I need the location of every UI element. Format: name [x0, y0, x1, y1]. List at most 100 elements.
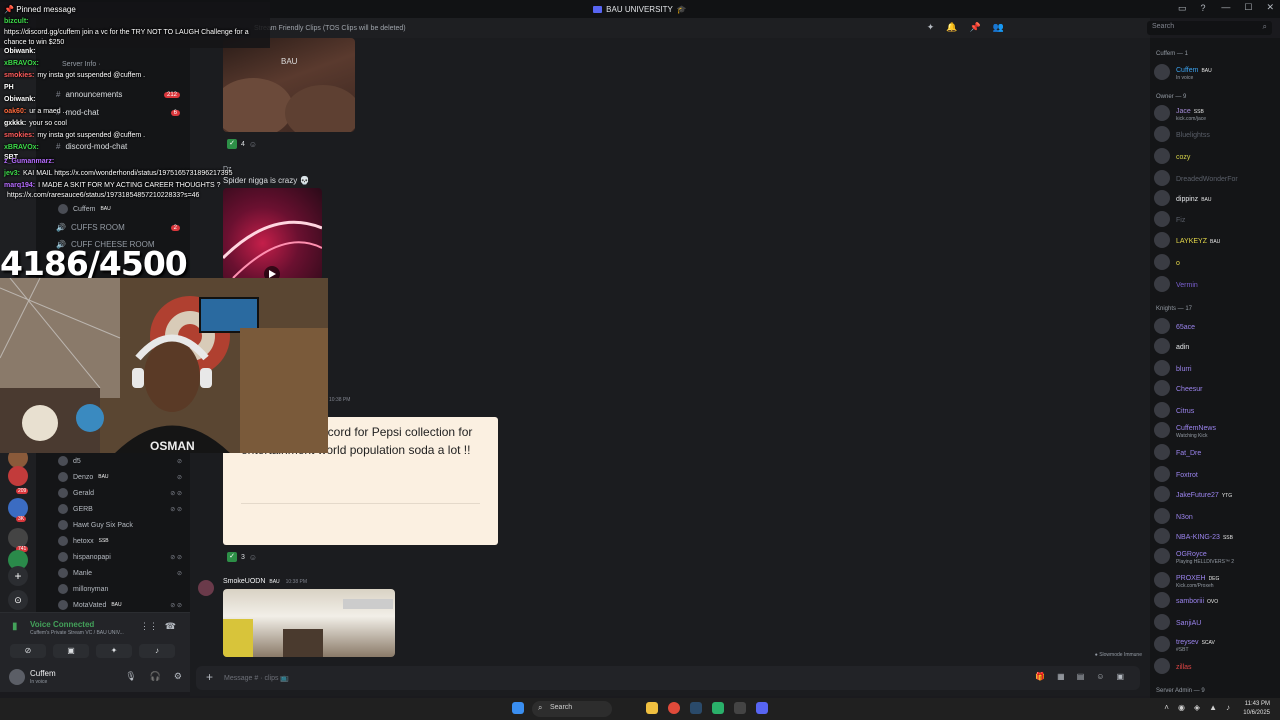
member-row[interactable]: dippinz BAU: [1154, 188, 1278, 208]
member-row[interactable]: cozy: [1154, 146, 1278, 166]
voice-user[interactable]: millonyman: [58, 582, 182, 596]
activities-button[interactable]: ✦: [96, 644, 132, 658]
soundboard-button[interactable]: ♪: [139, 644, 175, 658]
member-row[interactable]: LAYKEYZ BAU: [1154, 230, 1278, 250]
screen-share-button[interactable]: ▣: [53, 644, 89, 658]
overlay-chat-text: my insta got suspended @cuffem .: [37, 72, 146, 79]
app-icon[interactable]: [712, 702, 724, 714]
attach-plus-icon[interactable]: +: [206, 670, 213, 684]
member-row[interactable]: o: [1154, 252, 1278, 272]
member-row[interactable]: adin: [1154, 336, 1278, 356]
member-row[interactable]: N3on: [1154, 506, 1278, 526]
username[interactable]: Cuffem: [30, 669, 56, 678]
wifi-icon[interactable]: ▲: [1209, 703, 1217, 712]
discord-icon[interactable]: [756, 702, 768, 714]
member-row[interactable]: Vermin: [1154, 274, 1278, 294]
emoji-icon[interactable]: ☺: [1096, 672, 1104, 681]
noise-suppression-icon[interactable]: ⋮⋮: [140, 621, 158, 632]
tray-app-icon[interactable]: ◈: [1194, 703, 1200, 712]
server-icon[interactable]: [8, 466, 28, 486]
voice-connected-channel[interactable]: Cuffem's Private Stream VC / BAU UNIV...: [30, 630, 124, 636]
add-reaction-icon[interactable]: ☺: [249, 553, 257, 562]
server-icon[interactable]: [8, 498, 28, 518]
server-icon[interactable]: [8, 528, 28, 548]
taskbar-search[interactable]: ⌕ Search: [532, 701, 612, 717]
steam-icon[interactable]: [690, 702, 702, 714]
inbox-icon[interactable]: ▭: [1178, 3, 1187, 14]
voice-user[interactable]: MotaVated BAU ⊘ ⊘: [58, 598, 182, 612]
overlay-chat-line: https://x.com/raresauce6/status/19731854…: [4, 192, 199, 199]
member-row[interactable]: Cheesur: [1154, 378, 1278, 398]
voice-user[interactable]: hispanopapi ⊘ ⊘: [58, 550, 182, 564]
discover-icon[interactable]: ⊙: [8, 590, 28, 610]
tray-app-icon[interactable]: ◉: [1178, 703, 1185, 712]
settings-gear-icon[interactable]: ⚙: [174, 671, 182, 682]
help-icon[interactable]: ?: [1201, 3, 1206, 14]
channel-topic[interactable]: Stream Friendly Clips (TOS Clips will be…: [254, 25, 406, 32]
close-window-button[interactable]: ✕: [1266, 2, 1274, 13]
member-row[interactable]: 65ace: [1154, 316, 1278, 336]
search-input[interactable]: Search ⌕: [1147, 21, 1272, 35]
member-row[interactable]: treysev SCAV #SBT: [1154, 634, 1278, 654]
member-name: NBA-KING-23: [1176, 534, 1220, 541]
chevron-up-icon[interactable]: ˄: [1164, 703, 1169, 712]
voice-user[interactable]: hetoxx SSB: [58, 534, 182, 548]
svg-text:OSMAN: OSMAN: [150, 439, 195, 453]
member-row[interactable]: OGRoyce Playing HELLDIVERS™ 2: [1154, 546, 1278, 566]
gif-icon[interactable]: ▦: [1057, 672, 1065, 681]
message-avatar[interactable]: [198, 580, 214, 596]
headphones-icon[interactable]: 🎧: [150, 671, 161, 682]
member-row[interactable]: samboriii OVO: [1154, 590, 1278, 610]
maximize-button[interactable]: ☐: [1244, 2, 1252, 13]
sticker-icon[interactable]: ▤: [1077, 672, 1085, 681]
member-row[interactable]: Cuffem BAU In voice: [1154, 62, 1278, 82]
voice-user[interactable]: Denzo BAU ⊘: [58, 470, 182, 484]
member-row[interactable]: Jace SSB kick.com/jace: [1154, 103, 1278, 123]
voice-user[interactable]: Gerald ⊘ ⊘: [58, 486, 182, 500]
voice-user[interactable]: d5 ⊘: [58, 454, 182, 468]
message-image[interactable]: [223, 589, 395, 657]
reaction-checkmark[interactable]: ✓ 3 ☺: [227, 552, 257, 562]
volume-icon[interactable]: ♪: [1226, 703, 1230, 712]
start-icon[interactable]: [512, 702, 524, 714]
voice-channel-cuffs-room[interactable]: 🔊 CUFFS ROOM: [56, 223, 125, 232]
voice-user[interactable]: Manle ⊘: [58, 566, 182, 580]
member-row[interactable]: CuffemNews Watching Kick: [1154, 420, 1278, 440]
file-explorer-icon[interactable]: [646, 702, 658, 714]
member-row[interactable]: Citrus: [1154, 400, 1278, 420]
member-list-icon[interactable]: 👥: [993, 22, 1004, 33]
minimize-button[interactable]: —: [1221, 2, 1230, 13]
member-row[interactable]: SanjiAU: [1154, 612, 1278, 632]
pin-icon[interactable]: 📌: [970, 22, 981, 33]
member-row[interactable]: zillas: [1154, 656, 1278, 676]
chrome-icon[interactable]: [668, 702, 680, 714]
member-row[interactable]: Bluelightss: [1154, 124, 1278, 144]
taskbar-clock[interactable]: 11:43 PM 10/6/2025: [1243, 700, 1270, 718]
member-row[interactable]: Foxtrot: [1154, 464, 1278, 484]
member-row[interactable]: Fiz: [1154, 209, 1278, 229]
microphone-icon[interactable]: 🎙: [125, 671, 136, 682]
voice-user[interactable]: GERB ⊘ ⊘: [58, 502, 182, 516]
speaker-icon: 🔊: [56, 223, 66, 232]
apps-icon[interactable]: ▣: [1116, 672, 1124, 681]
message-author[interactable]: SmokeUODN BAU 10:38 PM: [223, 578, 307, 585]
camera-button[interactable]: ⊘: [10, 644, 46, 658]
member-row[interactable]: NBA-KING-23 SSB: [1154, 526, 1278, 546]
threads-icon[interactable]: ✦: [927, 22, 935, 33]
member-info: SanjiAU: [1176, 616, 1204, 628]
avatar[interactable]: [9, 669, 25, 685]
member-row[interactable]: DreadedWonderFor: [1154, 168, 1278, 188]
signal-icon[interactable]: ▮: [12, 621, 18, 632]
disconnect-icon[interactable]: ☎: [165, 621, 176, 632]
member-row[interactable]: Fat_Dre: [1154, 442, 1278, 462]
member-row[interactable]: PROXEH DEG Kick.com/Proxeh: [1154, 570, 1278, 590]
message-input[interactable]: + Message # · clips 📺 🎁 ▦ ▤ ☺ ▣: [196, 666, 1140, 690]
member-row[interactable]: JakeFuture27 YTG: [1154, 484, 1278, 504]
voice-connected-title[interactable]: Voice Connected: [30, 620, 94, 629]
app-icon[interactable]: [734, 702, 746, 714]
member-row[interactable]: blurri: [1154, 358, 1278, 378]
notification-bell-icon[interactable]: 🔔: [946, 22, 957, 33]
voice-user[interactable]: Hawt Guy Six Pack: [58, 518, 182, 532]
add-server-icon[interactable]: +: [8, 566, 28, 586]
gift-icon[interactable]: 🎁: [1035, 672, 1045, 681]
